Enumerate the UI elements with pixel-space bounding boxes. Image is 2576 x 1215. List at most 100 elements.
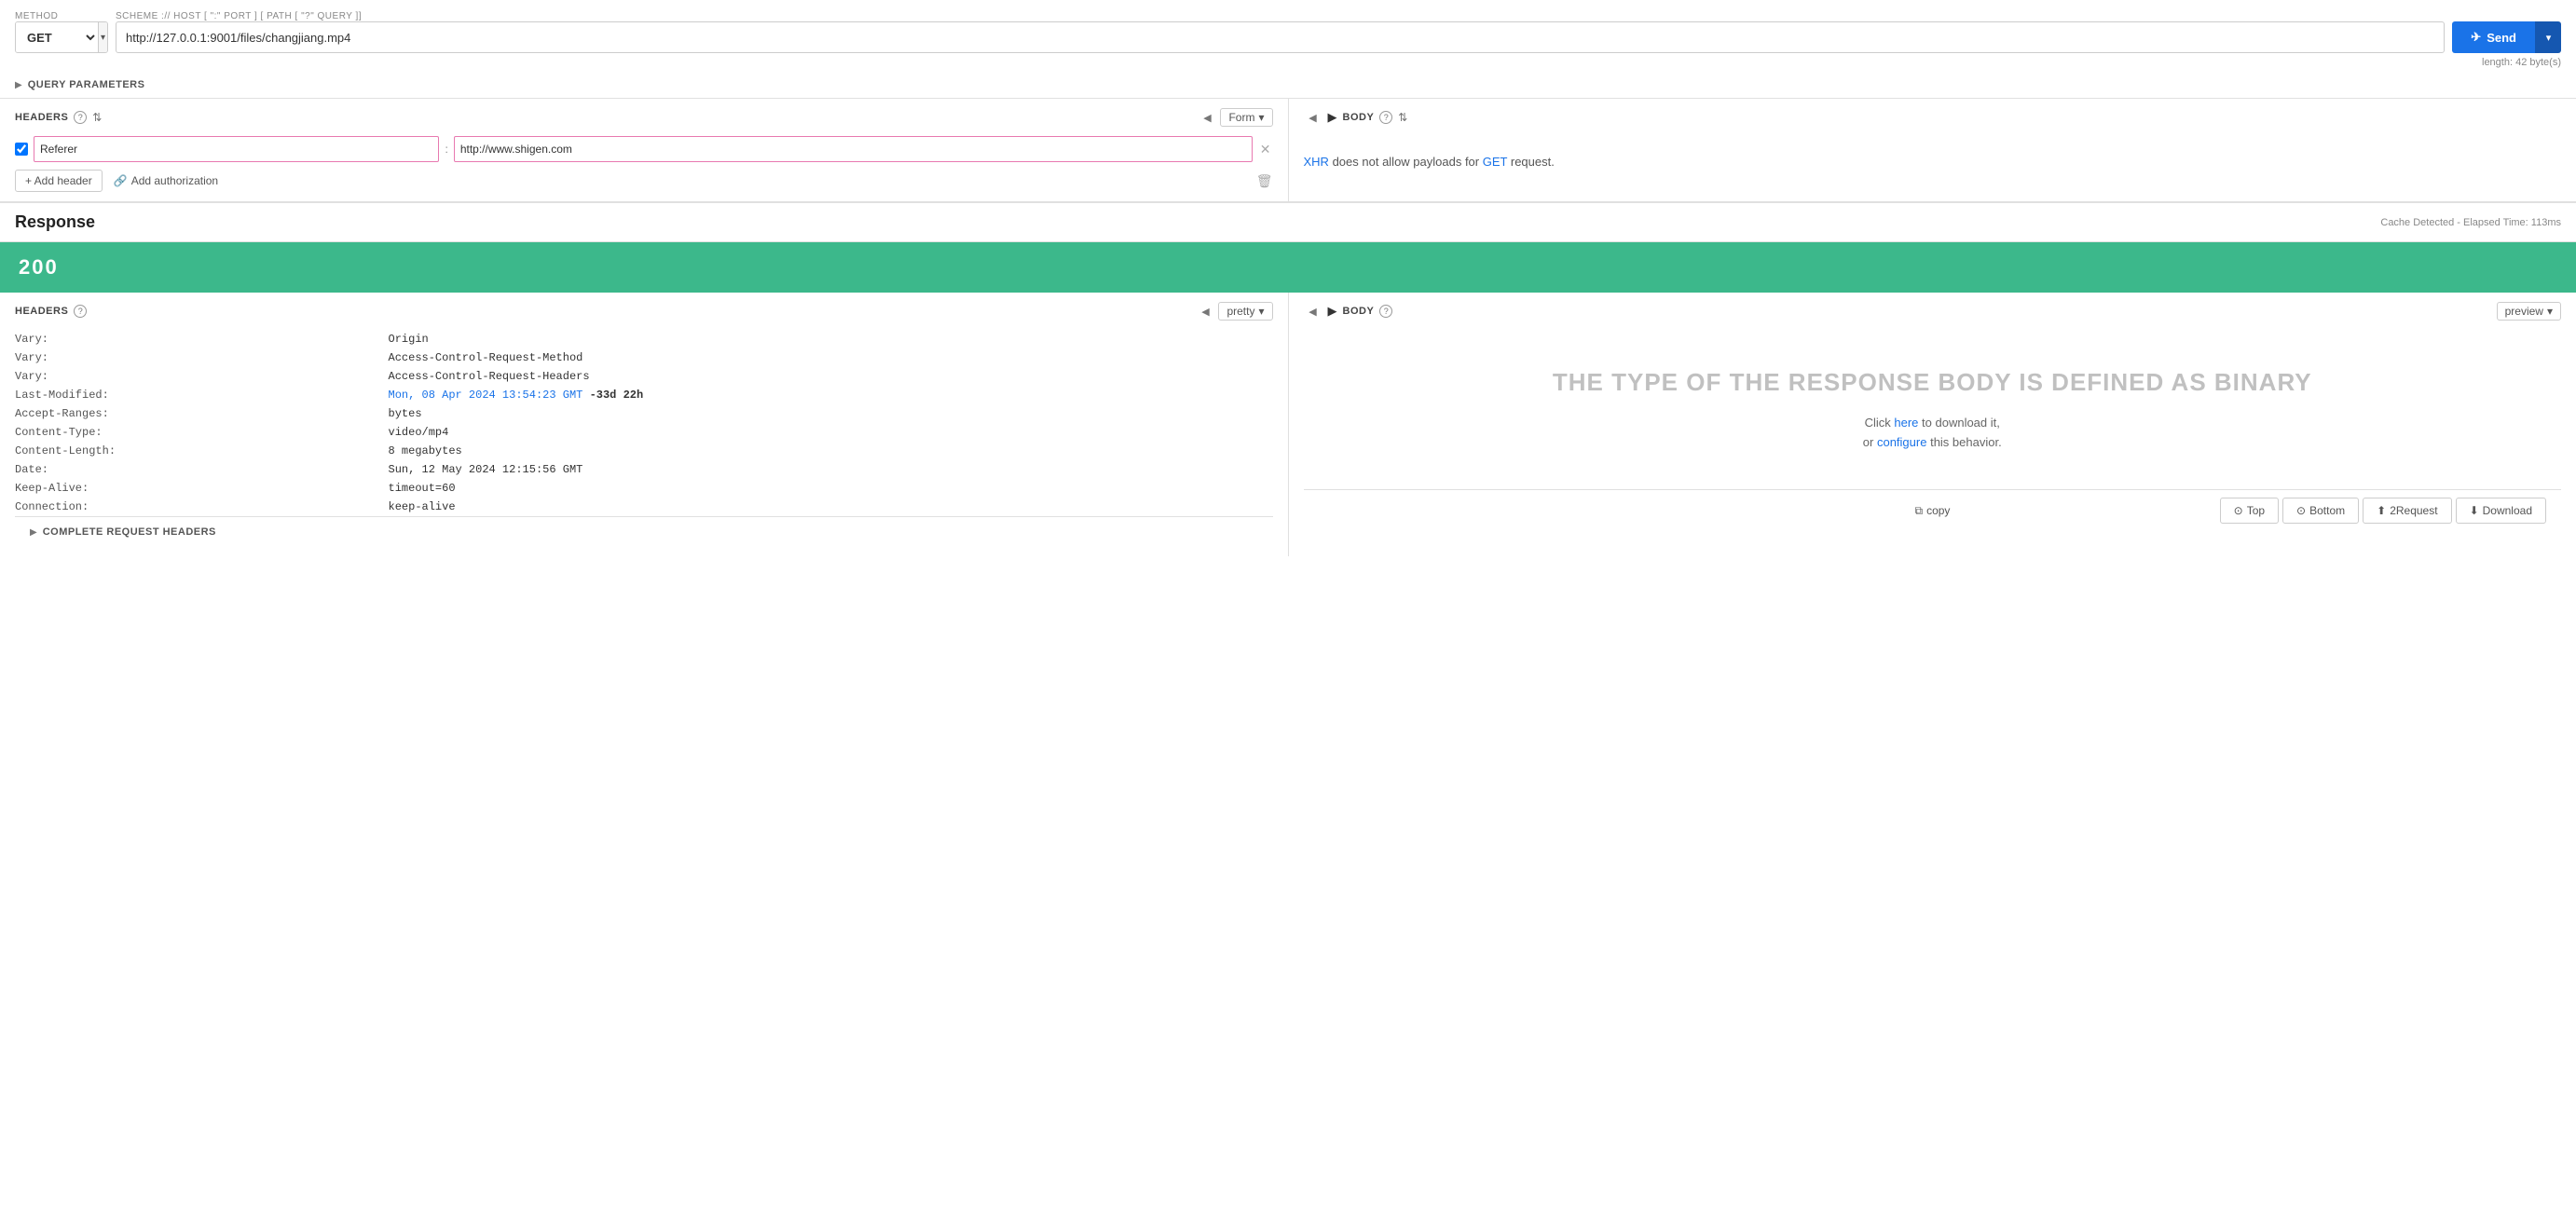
header-delete-btn-0[interactable]: ✕ <box>1258 142 1273 157</box>
pretty-dropdown[interactable]: pretty ▾ <box>1218 302 1272 321</box>
preview-dropdown[interactable]: preview ▾ <box>2497 302 2561 321</box>
binary-desc-middle: to download it, <box>1922 416 2000 430</box>
resp-header-key-conn: Connection: <box>15 498 389 516</box>
resp-header-key-vary3: Vary: <box>15 367 389 386</box>
binary-desc-prefix: Click <box>1865 416 1895 430</box>
body-sort-icon[interactable]: ⇅ <box>1398 111 1407 124</box>
elapsed-info: Cache Detected - Elapsed Time: 113ms <box>2380 217 2561 228</box>
send-button[interactable]: ✈ Send <box>2452 21 2535 53</box>
body-section-header: ◀ ▶ BODY ? ⇅ <box>1304 108 2562 127</box>
binary-title: THE TYPE OF THE RESPONSE BODY IS DEFINED… <box>1553 367 2312 399</box>
add-auth-label: Add authorization <box>131 174 218 187</box>
resp-header-val-ctype: video/mp4 <box>389 423 1273 442</box>
url-input[interactable] <box>116 21 2445 53</box>
resp-header-key-ctype: Content-Type: <box>15 423 389 442</box>
headers-info-icon[interactable]: ? <box>74 111 87 124</box>
resp-header-row-accept: Accept-Ranges: bytes <box>15 404 1273 423</box>
top-icon: ⊙ <box>2234 504 2243 517</box>
complete-req-label: COMPLETE REQUEST HEADERS <box>43 526 216 538</box>
response-headers-info-icon[interactable]: ? <box>74 305 87 318</box>
trash-icon[interactable]: 🗑 <box>1256 173 1273 189</box>
field-labels: METHOD SCHEME :// HOST [ ":" PORT ] [ PA… <box>15 11 2561 21</box>
resp-header-row-lastmod: Last-Modified: Mon, 08 Apr 2024 13:54:23… <box>15 386 1273 404</box>
status-bar: 200 <box>0 242 2576 293</box>
bottom-button[interactable]: ⊙ Bottom <box>2282 498 2359 524</box>
binary-desc: Click here to download it, or configure … <box>1863 414 2002 453</box>
binary-overlay: THE TYPE OF THE RESPONSE BODY IS DEFINED… <box>1304 330 2562 489</box>
resp-header-val-vary3: Access-Control-Request-Headers <box>389 367 1273 386</box>
download-button[interactable]: ⬇ Download <box>2456 498 2546 524</box>
resp-header-key-keepalive: Keep-Alive: <box>15 479 389 498</box>
add-header-label: + Add header <box>25 174 92 187</box>
body-info-icon[interactable]: ? <box>1379 111 1392 124</box>
xhr-message: XHR does not allow payloads for GET requ… <box>1304 136 2562 187</box>
method-select[interactable]: GET POST PUT DELETE PATCH <box>16 22 98 52</box>
header-checkbox-0[interactable] <box>15 143 28 156</box>
headers-form-dropdown[interactable]: Form ▾ <box>1220 108 1272 127</box>
send-arrow-icon: ▾ <box>2546 32 2552 44</box>
response-body-section-header: ◀ ▶ BODY ? preview ▾ <box>1304 302 2562 321</box>
bottom-icon: ⊙ <box>2296 504 2306 517</box>
header-value-input-0[interactable] <box>454 136 1253 162</box>
top-button[interactable]: ⊙ Top <box>2220 498 2279 524</box>
send-icon: ✈ <box>2471 30 2481 45</box>
resp-header-val-vary2: Access-Control-Request-Method <box>389 348 1273 367</box>
xhr-link[interactable]: XHR <box>1304 155 1329 169</box>
bottom-label: Bottom <box>2309 504 2345 517</box>
copy-button[interactable]: ⧉ copy <box>1915 504 1951 518</box>
download-label: Download <box>2483 504 2532 517</box>
resp-header-row-conn: Connection: keep-alive <box>15 498 1273 516</box>
resp-header-row-vary1: Vary: Origin <box>15 330 1273 348</box>
url-label: SCHEME :// HOST [ ":" PORT ] [ PATH [ "?… <box>116 11 2561 21</box>
to-request-button[interactable]: ⬆ 2Request <box>2363 498 2451 524</box>
add-header-button[interactable]: + Add header <box>15 170 103 192</box>
resp-header-key-date: Date: <box>15 460 389 479</box>
binary-here-link[interactable]: here <box>1894 416 1918 430</box>
binary-configure-link[interactable]: configure <box>1877 435 1926 449</box>
resp-header-row-keepalive: Keep-Alive: timeout=60 <box>15 479 1273 498</box>
header-actions: + Add header 🔗 Add authorization 🗑 <box>15 170 1273 192</box>
app-container: METHOD SCHEME :// HOST [ ":" PORT ] [ PA… <box>0 0 2576 556</box>
query-params-label: QUERY PARAMETERS <box>28 79 145 90</box>
headers-title: HEADERS <box>15 112 68 123</box>
preview-arrow-icon: ▾ <box>2547 305 2553 318</box>
send-btn-wrapper: ✈ Send ▾ <box>2452 21 2561 53</box>
resp-header-row-vary3: Vary: Access-Control-Request-Headers <box>15 367 1273 386</box>
request-body-panel: ◀ ▶ BODY ? ⇅ XHR does not allow payloads… <box>1289 99 2576 201</box>
method-select-wrapper[interactable]: GET POST PUT DELETE PATCH ▾ <box>15 21 108 53</box>
resp-header-key-vary1: Vary: <box>15 330 389 348</box>
response-headers-nav-left[interactable]: ◀ <box>1196 302 1214 321</box>
method-chevron-icon: ▾ <box>101 33 105 43</box>
query-params-row[interactable]: ▶ QUERY PARAMETERS <box>15 72 2561 98</box>
headers-nav-left[interactable]: ◀ <box>1198 108 1216 127</box>
resp-header-row-vary2: Vary: Access-Control-Request-Method <box>15 348 1273 367</box>
header-key-input-0[interactable] <box>34 136 439 162</box>
resp-header-val-lastmod: Mon, 08 Apr 2024 13:54:23 GMT -33d 22h <box>389 386 1273 404</box>
form-label: Form <box>1228 111 1254 124</box>
method-url-row: GET POST PUT DELETE PATCH ▾ ✈ Send ▾ <box>15 21 2561 53</box>
headers-section-header: HEADERS ? ⇅ ◀ Form ▾ <box>15 108 1273 127</box>
headers-sort-icon[interactable]: ⇅ <box>92 111 102 124</box>
send-dropdown-button[interactable]: ▾ <box>2535 21 2561 53</box>
body-nav-left[interactable]: ◀ <box>1304 108 1322 127</box>
to-request-label: 2Request <box>2390 504 2437 517</box>
resp-header-row-clen: Content-Length: 8 megabytes <box>15 442 1273 460</box>
complete-request-row[interactable]: ▶ COMPLETE REQUEST HEADERS <box>15 516 1273 547</box>
resp-header-key-accept: Accept-Ranges: <box>15 404 389 423</box>
last-modified-link[interactable]: Mon, 08 Apr 2024 13:54:23 GMT <box>389 389 583 402</box>
resp-header-val-accept: bytes <box>389 404 1273 423</box>
download-icon: ⬇ <box>2470 504 2479 517</box>
add-auth-button[interactable]: 🔗 Add authorization <box>114 174 218 187</box>
response-body-info-icon[interactable]: ? <box>1379 305 1392 318</box>
header-row-0: : ✕ <box>15 136 1273 162</box>
resp-header-val-clen: 8 megabytes <box>389 442 1273 460</box>
pretty-arrow-icon: ▾ <box>1258 305 1264 318</box>
response-body-nav-left[interactable]: ◀ <box>1304 302 1322 321</box>
response-header-bar: Response Cache Detected - Elapsed Time: … <box>0 203 2576 242</box>
response-body-nav-tri: ▶ <box>1328 304 1337 319</box>
top-label: Top <box>2247 504 2265 517</box>
get-link[interactable]: GET <box>1483 155 1508 169</box>
resp-header-val-conn: keep-alive <box>389 498 1273 516</box>
response-title: Response <box>15 212 95 232</box>
method-dropdown-btn[interactable]: ▾ <box>98 22 107 52</box>
